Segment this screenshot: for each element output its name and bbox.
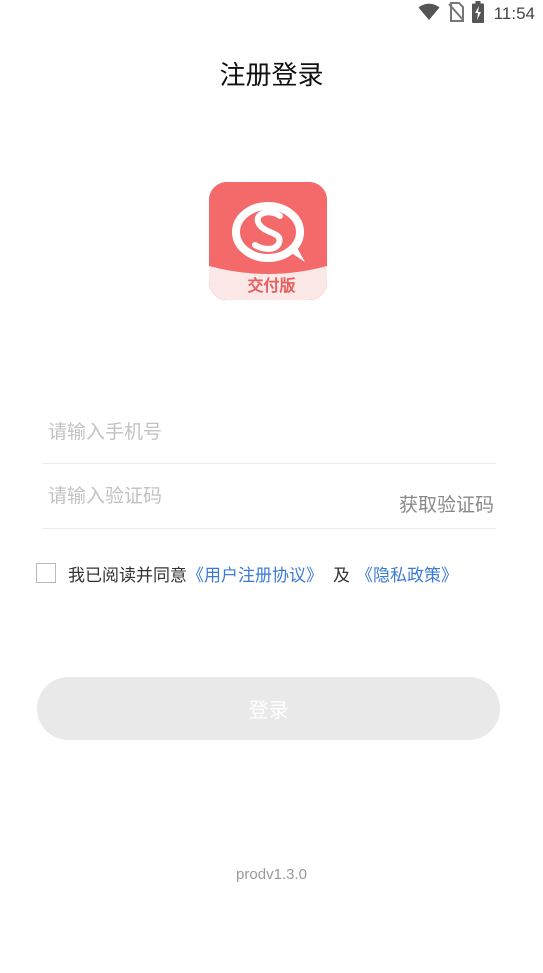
verification-code-field: 获取验证码 bbox=[42, 476, 496, 529]
agreement-text: 我已阅读并同意 bbox=[68, 565, 187, 586]
phone-field bbox=[42, 412, 496, 464]
status-bar: 11:54 bbox=[0, 0, 543, 28]
page-title: 注册登录 bbox=[219, 61, 324, 91]
verification-code-input[interactable] bbox=[48, 476, 348, 516]
agreement-and-text: 及 bbox=[333, 565, 350, 586]
no-sim-icon bbox=[447, 2, 465, 26]
terms-link[interactable]: 《用户注册协议》 bbox=[187, 561, 323, 586]
wifi-icon bbox=[418, 3, 440, 25]
agreement-row: 我已阅读并同意 《用户注册协议》 及 《隐私政策》 bbox=[36, 560, 458, 586]
logo-banner-text: 交付版 bbox=[247, 276, 296, 295]
login-button[interactable]: 登录 bbox=[37, 677, 500, 740]
status-time: 11:54 bbox=[493, 4, 535, 23]
agreement-checkbox[interactable] bbox=[36, 563, 56, 583]
get-code-button[interactable]: 获取验证码 bbox=[399, 490, 494, 517]
privacy-link[interactable]: 《隐私政策》 bbox=[356, 561, 458, 586]
status-icons: 11:54 bbox=[418, 1, 535, 27]
phone-input[interactable] bbox=[48, 412, 348, 452]
battery-charging-icon bbox=[471, 1, 484, 27]
version-label: prodv1.3.0 bbox=[236, 866, 307, 883]
